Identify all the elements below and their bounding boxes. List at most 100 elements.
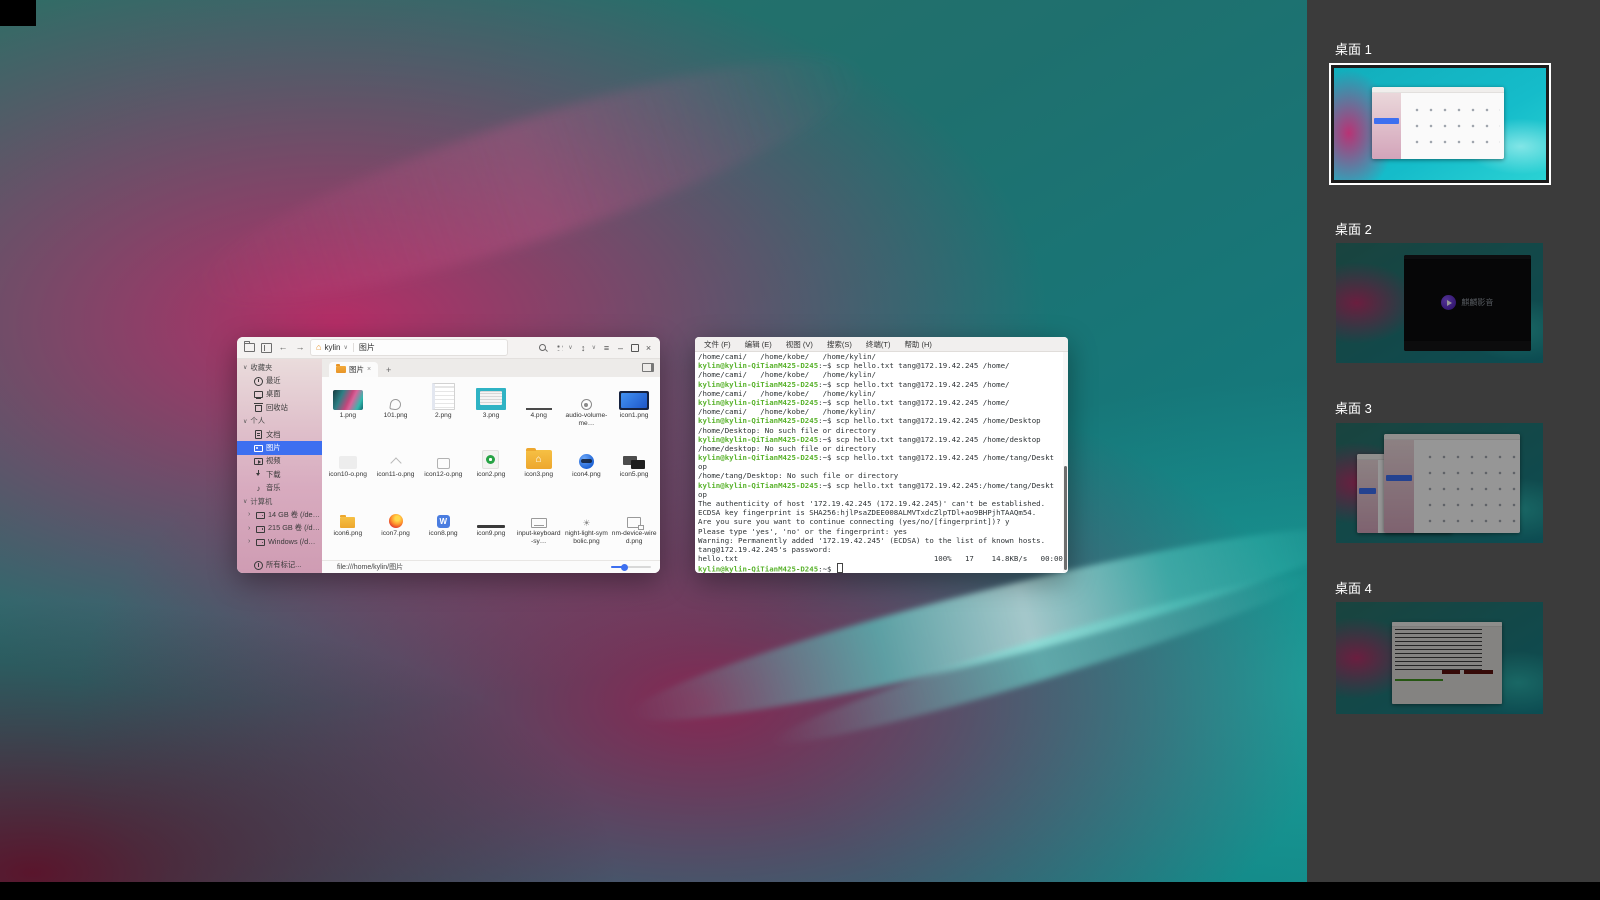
sidebar-item-video[interactable]: 视频 [237,455,322,468]
chevron-down-icon[interactable]: ∨ [343,344,347,351]
back-button[interactable]: ← [276,341,290,355]
menu-item-4[interactable]: 搜索(S) [820,339,859,350]
sidebar-item-drive[interactable]: › Windows (/d… [237,535,322,548]
file-item[interactable]: Wicon8.png [419,498,467,557]
file-icon-speaker [581,399,592,410]
new-tab-button[interactable]: + [382,363,395,376]
file-item[interactable]: icon7.png [372,498,420,557]
sidebar-item-doc[interactable]: 文档 [237,428,322,441]
menu-button[interactable]: ≡ [600,341,613,355]
desktop-thumbnail-3[interactable] [1336,423,1543,543]
tab-label: 图片 [349,364,364,375]
file-item[interactable]: ☀night-light-symbolic.png [563,498,611,557]
file-icon-box [476,383,506,410]
terminal-scrollbar[interactable] [1063,352,1068,572]
file-item[interactable]: icon11-o.png [372,439,420,498]
file-item[interactable]: icon5.png [610,439,658,498]
side-panel-toggle-icon[interactable] [642,363,654,372]
file-name: icon9.png [477,530,506,538]
file-icon-dark-stack [623,456,645,469]
sidebar-section-header[interactable]: ∨计算机 [237,495,322,508]
open-terminal-button[interactable] [259,341,273,355]
file-item[interactable]: audio-volume-me… [563,380,611,439]
forward-button[interactable]: → [293,341,307,355]
desktop-thumbnail-1[interactable] [1329,63,1551,185]
file-item[interactable]: 101.png [372,380,420,439]
new-folder-button[interactable] [242,341,256,355]
file-item[interactable]: icon10-o.png [324,439,372,498]
sidebar-item-drive[interactable]: › 14 GB 卷 (/de… [237,508,322,521]
sort-button[interactable]: ↕ [577,341,590,355]
slider-knob[interactable] [621,564,628,571]
tab-close-icon[interactable]: × [367,366,371,373]
view-mode-button[interactable] [552,341,566,355]
sidebar-item-drive[interactable]: ›215 GB 卷 (/d… [237,522,322,535]
sidebar-item-label: 所有标记... [266,560,301,570]
menu-item-3[interactable]: 视图 (V) [779,339,820,350]
terminal-line: kylin@kylin-QiTianM425-D245:~$ scp hello… [698,380,1068,389]
file-item[interactable]: ⌂icon3.png [515,439,563,498]
file-item[interactable]: icon1.png [610,380,658,439]
expander-icon[interactable]: › [248,511,253,518]
sidebar-section-header[interactable]: ∨收藏夹 [237,361,322,374]
mini-selected-item [1386,475,1412,481]
terminal-line: tang@172.19.42.245's password: [698,545,1068,554]
sort-caret-icon[interactable]: ∨ [592,344,596,351]
sidebar-section-label: 计算机 [250,497,272,507]
doc-icon [254,430,263,439]
sidebar-item-desktop[interactable]: 桌面 [237,388,322,401]
file-manager-window[interactable]: ← → ⌂ kylin ∨ 图片 ∨ ↕ ∨ ≡ – × ∨收藏夹最 [237,337,660,573]
file-item[interactable]: 1.png [324,380,372,439]
maximize-button[interactable] [628,341,641,355]
breadcrumb-current[interactable]: 图片 [359,342,375,353]
sidebar-item-trash[interactable]: 回收站 [237,401,322,414]
sidebar-item-label: 回收站 [266,403,288,413]
file-item[interactable]: icon9.png [467,498,515,557]
expander-icon[interactable]: › [248,525,253,532]
file-icon-box [340,501,355,528]
file-icon-folder-small [340,517,355,528]
terminal-line: /home/desktop: No such file or directory [698,444,1068,453]
menu-item-6[interactable]: 帮助 (H) [897,339,939,350]
file-item[interactable]: 3.png [467,380,515,439]
desktop-thumbnail-4[interactable] [1336,602,1543,714]
sidebar-section-header[interactable]: ∨个人 [237,415,322,428]
terminal-line: Are you sure you want to continue connec… [698,517,1068,526]
file-item[interactable]: icon4.png [563,439,611,498]
menu-item-1[interactable]: 文件 (F) [697,339,738,350]
file-item[interactable]: icon12-o.png [419,439,467,498]
search-button[interactable] [537,341,551,355]
sidebar-item-pic[interactable]: 图片 [237,441,322,454]
sidebar-item-clock[interactable]: 最近 [237,374,322,387]
file-item[interactable]: 2.png [419,380,467,439]
tab-pictures[interactable]: 图片 × [329,362,378,377]
sidebar-item-down[interactable]: 下载 [237,468,322,481]
file-item[interactable]: input-keyboard-sy… [515,498,563,557]
sidebar-item-all-tags[interactable]: 所有标记... [237,559,322,572]
close-button[interactable]: × [642,341,655,355]
file-item[interactable]: nm-device-wired.png [610,498,658,557]
file-icon-box [526,383,552,410]
file-item[interactable]: icon2.png [467,439,515,498]
view-mode-caret-icon[interactable]: ∨ [568,344,572,351]
file-item[interactable]: 4.png [515,380,563,439]
desktop-thumbnail-2[interactable]: 麒麟影音 [1336,243,1543,363]
menu-item-5[interactable]: 终端(T) [859,339,898,350]
scrollbar-thumb[interactable] [1064,466,1067,570]
file-icon-blue-w: W [437,515,450,528]
sidebar-item-label: 14 GB 卷 (/de… [268,510,320,520]
zoom-slider[interactable] [611,563,651,571]
breadcrumb[interactable]: ⌂ kylin ∨ 图片 [310,339,508,356]
expander-icon[interactable]: › [248,538,253,545]
mini-file-manager-window [1372,87,1503,159]
file-item[interactable]: icon6.png [324,498,372,557]
terminal-line: /home/cami/ /home/kobe/ /home/kylin/ [698,370,1068,379]
file-manager-sidebar: ∨收藏夹最近桌面回收站 ∨个人文档图片视频下载♪音乐∨计算机 › 14 GB 卷 (/… [237,359,322,573]
breadcrumb-root[interactable]: kylin [324,343,340,352]
menu-item-2[interactable]: 编辑 (E) [738,339,779,350]
sidebar-item-label: Windows (/d… [268,537,315,546]
minimize-button[interactable]: – [614,341,627,355]
sidebar-item-music[interactable]: ♪音乐 [237,482,322,495]
home-icon: ⌂ [316,343,321,352]
terminal-window[interactable]: 文件 (F)编辑 (E)视图 (V)搜索(S)终端(T)帮助 (H) /home… [695,337,1068,573]
